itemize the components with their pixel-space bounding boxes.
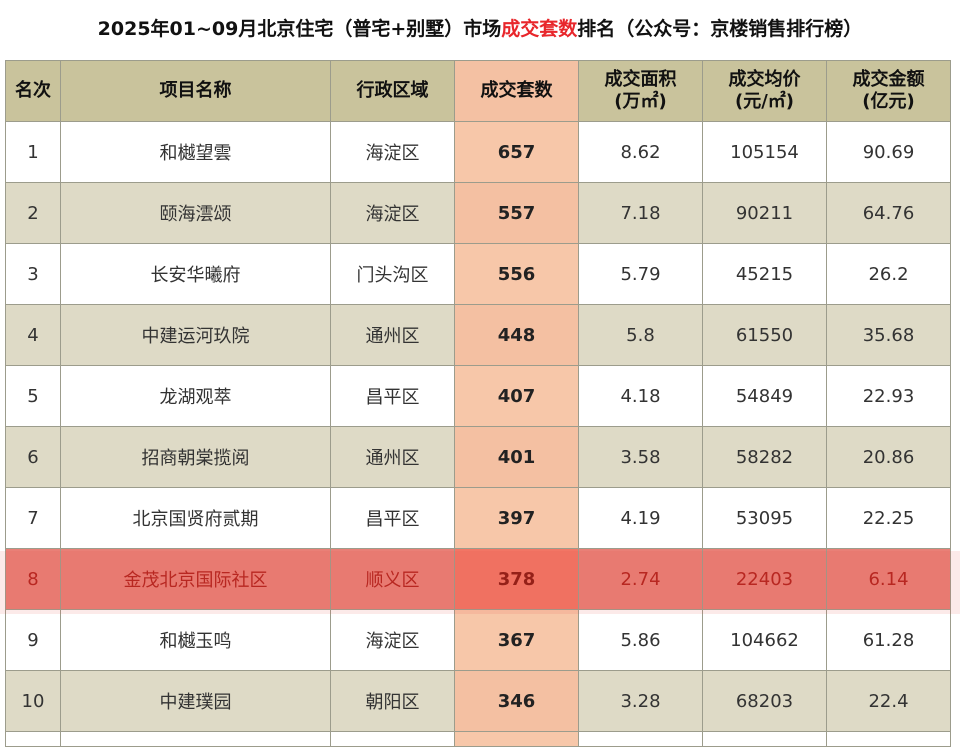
col-header-name: 项目名称 <box>60 60 331 122</box>
district-cell: 通州区 <box>330 426 455 488</box>
col-header-amount: 成交金额 (亿元) <box>826 60 951 122</box>
district-cell: 海淀区 <box>330 182 455 244</box>
avg-price-cell: 61550 <box>702 304 827 366</box>
district-cell: 海淀区 <box>330 609 455 671</box>
table-row: 1 和樾望雲 海淀区 657 8.62 105154 90.69 <box>5 121 951 183</box>
rank-cell: 1 <box>5 121 61 183</box>
amount-cell: 22.25 <box>826 487 951 549</box>
area-cell: 3.58 <box>578 426 703 488</box>
avg-price-cell: 105154 <box>702 121 827 183</box>
page-title: 2025年01~09月北京住宅（普宅+别墅）市场成交套数排名（公众号：京楼销售排… <box>0 14 960 41</box>
avg-price-cell: 22403 <box>702 548 827 610</box>
amount-cell: 26.2 <box>826 243 951 305</box>
title-prefix: 2025年01~09月北京住宅（普宅+别墅）市场 <box>97 18 502 40</box>
col-header-rank: 名次 <box>5 60 61 122</box>
units-cell: 346 <box>454 670 579 732</box>
avg-price-cell: 58282 <box>702 426 827 488</box>
rank-cell: 4 <box>5 304 61 366</box>
units-cell: 556 <box>454 243 579 305</box>
area-cell: 5.79 <box>578 243 703 305</box>
amount-cell: 20.86 <box>826 426 951 488</box>
area-cell: 5.8 <box>578 304 703 366</box>
district-cell: 海淀区 <box>330 121 455 183</box>
avg-price-cell: 90211 <box>702 182 827 244</box>
district-cell: 昌平区 <box>330 487 455 549</box>
table-row: 8 金茂北京国际社区 顺义区 378 2.74 22403 6.14 <box>5 548 951 610</box>
table-row: 9 和樾玉鸣 海淀区 367 5.86 104662 61.28 <box>5 609 951 671</box>
col-header-district: 行政区域 <box>330 60 455 122</box>
units-cell: 397 <box>454 487 579 549</box>
area-cell: 4.18 <box>578 365 703 427</box>
col-header-price: 成交均价 (元/㎡) <box>702 60 827 122</box>
rank-cell: 7 <box>5 487 61 549</box>
amount-cell: 90.69 <box>826 121 951 183</box>
units-cell: 657 <box>454 121 579 183</box>
ranking-table-container: 名次 项目名称 行政区域 成交套数 成交面积 (万㎡) 成交均价 (元/㎡) 成交金… <box>5 60 951 747</box>
rank-cell: 3 <box>5 243 61 305</box>
table-body: 1 和樾望雲 海淀区 657 8.62 105154 90.69 2 颐海澐颂 海淀区 557 7.1… <box>5 121 951 747</box>
area-cell: 4.19 <box>578 487 703 549</box>
project-name-cell: 北京国贤府贰期 <box>60 487 331 549</box>
units-cell: 367 <box>454 609 579 671</box>
project-name-cell: 和樾玉鸣 <box>60 609 331 671</box>
district-cell: 通州区 <box>330 304 455 366</box>
area-cell: 8.62 <box>578 121 703 183</box>
area-cell: 2.74 <box>578 548 703 610</box>
ranking-table: 名次 项目名称 行政区域 成交套数 成交面积 (万㎡) 成交均价 (元/㎡) 成交金… <box>5 60 951 747</box>
title-suffix: 排名（公众号：京楼销售排行榜） <box>577 18 863 40</box>
table-row-partial <box>5 731 951 747</box>
amount-cell: 35.68 <box>826 304 951 366</box>
project-name-cell: 金茂北京国际社区 <box>60 548 331 610</box>
units-cell: 557 <box>454 182 579 244</box>
amount-cell: 22.93 <box>826 365 951 427</box>
rank-cell: 10 <box>5 670 61 732</box>
district-cell: 昌平区 <box>330 365 455 427</box>
table-row: 3 长安华曦府 门头沟区 556 5.79 45215 26.2 <box>5 243 951 305</box>
rank-cell: 2 <box>5 182 61 244</box>
table-header-row: 名次 项目名称 行政区域 成交套数 成交面积 (万㎡) 成交均价 (元/㎡) 成交金… <box>5 60 951 122</box>
table-row: 2 颐海澐颂 海淀区 557 7.18 90211 64.76 <box>5 182 951 244</box>
col-header-area: 成交面积 (万㎡) <box>578 60 703 122</box>
amount-cell: 22.4 <box>826 670 951 732</box>
district-cell: 顺义区 <box>330 548 455 610</box>
table-row: 4 中建运河玖院 通州区 448 5.8 61550 35.68 <box>5 304 951 366</box>
project-name-cell: 中建璞园 <box>60 670 331 732</box>
table-row: 6 招商朝棠揽阅 通州区 401 3.58 58282 20.86 <box>5 426 951 488</box>
avg-price-cell: 45215 <box>702 243 827 305</box>
units-cell: 407 <box>454 365 579 427</box>
avg-price-cell: 54849 <box>702 365 827 427</box>
avg-price-cell: 53095 <box>702 487 827 549</box>
col-header-units: 成交套数 <box>454 60 579 122</box>
project-name-cell: 龙湖观萃 <box>60 365 331 427</box>
project-name-cell: 长安华曦府 <box>60 243 331 305</box>
area-cell: 5.86 <box>578 609 703 671</box>
title-highlight: 成交套数 <box>501 18 578 40</box>
area-cell: 7.18 <box>578 182 703 244</box>
table-row: 7 北京国贤府贰期 昌平区 397 4.19 53095 22.25 <box>5 487 951 549</box>
amount-cell: 61.28 <box>826 609 951 671</box>
rank-cell: 5 <box>5 365 61 427</box>
amount-cell: 6.14 <box>826 548 951 610</box>
district-cell: 门头沟区 <box>330 243 455 305</box>
project-name-cell: 招商朝棠揽阅 <box>60 426 331 488</box>
amount-cell: 64.76 <box>826 182 951 244</box>
project-name-cell: 中建运河玖院 <box>60 304 331 366</box>
rank-cell: 6 <box>5 426 61 488</box>
district-cell: 朝阳区 <box>330 670 455 732</box>
units-cell: 401 <box>454 426 579 488</box>
avg-price-cell: 68203 <box>702 670 827 732</box>
table-row: 5 龙湖观萃 昌平区 407 4.18 54849 22.93 <box>5 365 951 427</box>
rank-cell: 8 <box>5 548 61 610</box>
units-cell: 448 <box>454 304 579 366</box>
project-name-cell: 颐海澐颂 <box>60 182 331 244</box>
rank-cell: 9 <box>5 609 61 671</box>
table-row: 10 中建璞园 朝阳区 346 3.28 68203 22.4 <box>5 670 951 732</box>
area-cell: 3.28 <box>578 670 703 732</box>
project-name-cell: 和樾望雲 <box>60 121 331 183</box>
units-cell: 378 <box>454 548 579 610</box>
avg-price-cell: 104662 <box>702 609 827 671</box>
